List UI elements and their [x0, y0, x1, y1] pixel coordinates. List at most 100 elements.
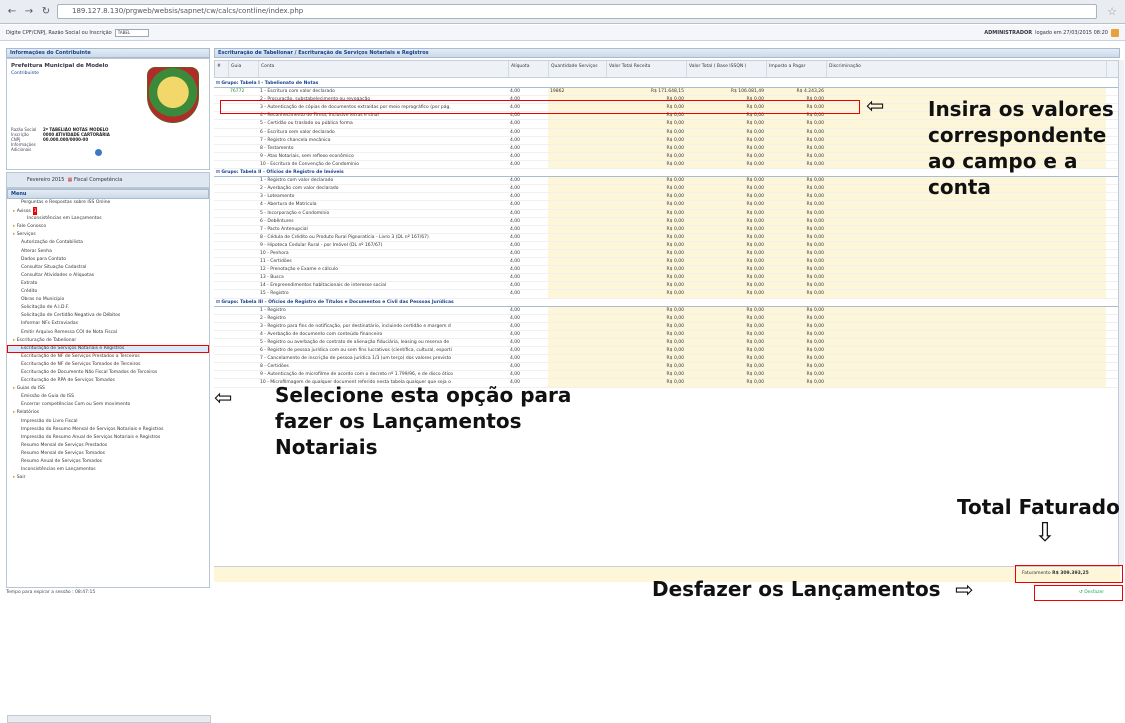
search-input[interactable]: TABEL — [114, 28, 149, 37]
table-cell[interactable] — [548, 363, 606, 371]
discriminacao-cell[interactable] — [826, 258, 1106, 266]
undo-button[interactable]: ↺ Desfazer — [1034, 585, 1123, 601]
menu-item[interactable]: Emitir Arquivo Remessa COI de Nota Fisca… — [7, 329, 209, 337]
table-cell[interactable]: R$ 0,00 — [686, 379, 766, 387]
table-cell[interactable]: R$ 171.648,15 — [606, 88, 686, 96]
table-cell[interactable]: R$ 4.243,26 — [766, 88, 826, 96]
menu-item[interactable]: ▸ Guias do ISS — [7, 385, 209, 393]
table-cell[interactable]: R$ 0,00 — [686, 330, 766, 338]
table-cell[interactable] — [548, 201, 606, 209]
column-header[interactable]: Valor Total Receita — [607, 61, 687, 77]
column-header[interactable]: Alíquota — [509, 61, 549, 77]
table-row[interactable]: 3 - Registro para fins de notificação, p… — [214, 322, 1120, 331]
menu-item[interactable]: Escrituração de Documento Não Fiscal Tom… — [7, 369, 209, 377]
table-cell[interactable] — [548, 314, 606, 322]
discriminacao-cell[interactable] — [826, 282, 1106, 290]
table-cell[interactable]: R$ 0,00 — [766, 355, 826, 363]
table-cell[interactable] — [548, 322, 606, 330]
table-cell[interactable]: R$ 0,00 — [606, 160, 686, 169]
table-row[interactable]: 5 - Incorporação e Condomínio 4,00 R$ 0,00… — [214, 209, 1120, 218]
menu-item[interactable]: Consultar Situação Cadastral — [7, 264, 209, 272]
table-cell[interactable]: R$ 0,00 — [606, 177, 686, 185]
discriminacao-cell[interactable] — [826, 241, 1106, 249]
menu-item[interactable]: Escrituração de NF de Serviços Prestados… — [7, 353, 209, 361]
table-cell[interactable]: R$ 0,00 — [686, 371, 766, 379]
table-cell[interactable]: R$ 0,00 — [766, 185, 826, 193]
table-cell[interactable] — [548, 371, 606, 379]
table-cell[interactable] — [548, 193, 606, 201]
table-cell[interactable]: R$ 0,00 — [606, 355, 686, 363]
menu-item[interactable]: Alterar Senha — [7, 248, 209, 256]
menu-item[interactable]: Extrato — [7, 280, 209, 288]
table-cell[interactable]: R$ 0,00 — [606, 266, 686, 274]
table-cell[interactable]: R$ 0,00 — [766, 306, 826, 314]
table-cell[interactable]: R$ 0,00 — [606, 225, 686, 233]
table-cell[interactable]: R$ 0,00 — [686, 201, 766, 209]
discriminacao-cell[interactable] — [826, 290, 1106, 298]
table-cell[interactable] — [548, 152, 606, 160]
table-cell[interactable]: R$ 0,00 — [606, 363, 686, 371]
table-cell[interactable]: R$ 0,00 — [766, 233, 826, 241]
table-cell[interactable]: R$ 0,00 — [766, 152, 826, 160]
table-cell[interactable]: R$ 0,00 — [686, 306, 766, 314]
table-cell[interactable]: R$ 0,00 — [766, 128, 826, 136]
table-cell[interactable]: R$ 0,00 — [606, 152, 686, 160]
discriminacao-cell[interactable] — [826, 371, 1106, 379]
discriminacao-cell[interactable] — [826, 379, 1106, 387]
table-cell[interactable]: R$ 0,00 — [766, 314, 826, 322]
table-cell[interactable]: R$ 0,00 — [606, 185, 686, 193]
table-cell[interactable]: R$ 0,00 — [766, 322, 826, 330]
table-row[interactable]: 76772 1 - Escritura com valor declarado 4,… — [214, 88, 1120, 97]
group-row[interactable]: ⊟ Grupo: Tabela III - Ofícios de Registr… — [214, 298, 1120, 307]
table-cell[interactable] — [548, 330, 606, 338]
table-cell[interactable] — [548, 282, 606, 290]
table-cell[interactable]: R$ 0,00 — [606, 290, 686, 298]
table-cell[interactable] — [548, 339, 606, 347]
table-row[interactable]: 13 - Busca 4,00 R$ 0,00 R$ 0,00 R$ 0,00 — [214, 274, 1120, 283]
table-cell[interactable]: R$ 0,00 — [606, 120, 686, 128]
table-cell[interactable]: R$ 0,00 — [606, 282, 686, 290]
discriminacao-cell[interactable] — [826, 217, 1106, 225]
table-cell[interactable] — [548, 225, 606, 233]
table-cell[interactable]: R$ 0,00 — [686, 339, 766, 347]
table-row[interactable]: 12 - Prenotação e Exame e cálculo 4,00 R$ … — [214, 266, 1120, 275]
table-cell[interactable] — [548, 258, 606, 266]
table-cell[interactable]: R$ 0,00 — [766, 217, 826, 225]
table-cell[interactable]: R$ 0,00 — [606, 322, 686, 330]
table-cell[interactable]: R$ 0,00 — [606, 233, 686, 241]
menu-item[interactable]: Resumo Mensal de Serviços Prestados — [7, 442, 209, 450]
column-header[interactable]: Imposto a Pagar — [767, 61, 827, 77]
menu-item[interactable]: Autorização de Contabilista — [7, 239, 209, 247]
table-cell[interactable]: R$ 0,00 — [686, 128, 766, 136]
menu-item[interactable]: Crédito — [7, 288, 209, 296]
table-cell[interactable]: R$ 0,00 — [606, 193, 686, 201]
column-header[interactable]: Valor Total ( Base ISSQN ) — [687, 61, 767, 77]
menu-item[interactable]: ▸ Relatórios — [7, 409, 209, 417]
table-cell[interactable]: R$ 0,00 — [766, 193, 826, 201]
table-row[interactable]: 6 - Debêntures 4,00 R$ 0,00 R$ 0,00 R$ 0,00 — [214, 217, 1120, 226]
menu-item[interactable]: ▸ Escrituração de Tabelionar — [7, 337, 209, 345]
discriminacao-cell[interactable] — [826, 306, 1106, 314]
discriminacao-cell[interactable] — [826, 209, 1106, 217]
table-cell[interactable]: R$ 0,00 — [606, 209, 686, 217]
menu-item[interactable]: Informar NFs Extraviadas — [7, 320, 209, 328]
table-cell[interactable]: R$ 0,00 — [766, 209, 826, 217]
table-cell[interactable]: R$ 0,00 — [686, 177, 766, 185]
table-cell[interactable] — [548, 120, 606, 128]
table-cell[interactable] — [548, 347, 606, 355]
table-cell[interactable]: R$ 0,00 — [606, 347, 686, 355]
table-cell[interactable]: R$ 0,00 — [606, 274, 686, 282]
table-cell[interactable]: R$ 0,00 — [686, 258, 766, 266]
table-cell[interactable] — [548, 128, 606, 136]
table-cell[interactable]: R$ 0,00 — [766, 144, 826, 152]
discriminacao-cell[interactable] — [826, 339, 1106, 347]
table-cell[interactable]: R$ 0,00 — [766, 225, 826, 233]
back-icon[interactable]: ← — [6, 6, 18, 18]
table-row[interactable]: 8 - Certidões 4,00 R$ 0,00 R$ 0,00 R$ 0,00 — [214, 363, 1120, 372]
table-cell[interactable] — [548, 241, 606, 249]
discriminacao-cell[interactable] — [826, 249, 1106, 258]
table-cell[interactable]: R$ 0,00 — [686, 225, 766, 233]
table-cell[interactable]: R$ 0,00 — [766, 201, 826, 209]
table-row[interactable]: 5 - Registro ou averbação de contrato de… — [214, 339, 1120, 348]
table-cell[interactable] — [548, 177, 606, 185]
